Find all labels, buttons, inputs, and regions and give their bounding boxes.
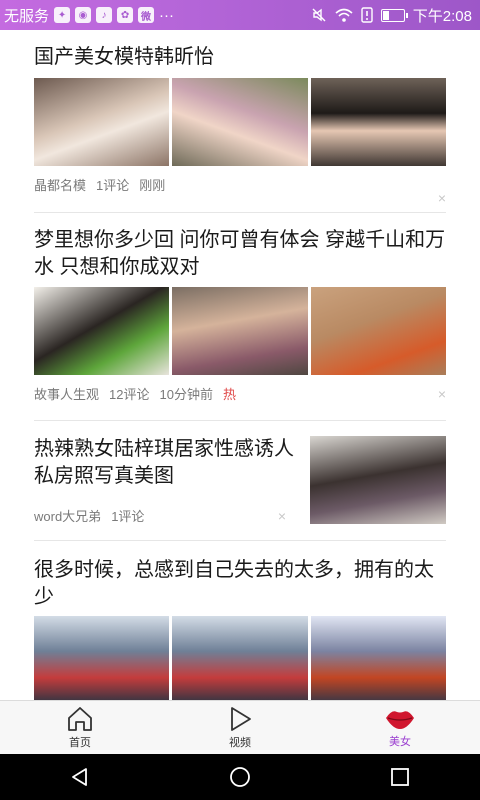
status-left: 无服务 ✦ ◉ ♪ ✿ 微 ··· (0, 5, 174, 26)
clock: 下午2:08 (412, 7, 472, 25)
article-title[interactable]: 热辣熟女陆梓琪居家性感诱人私房照写真美图 (34, 436, 296, 490)
publish-time: 10分钟前 (159, 387, 213, 402)
baidu-icon: ✿ (117, 7, 134, 23)
back-triangle-icon (72, 768, 87, 786)
recents-square-icon (391, 768, 409, 786)
source-name: 晶都名模 (34, 178, 87, 193)
thumbnail-image[interactable] (172, 287, 308, 375)
list-item[interactable]: 国产美女模特韩昕怡 晶都名模 1评论 刚刚 × (34, 44, 446, 206)
game-icon: ✦ (54, 7, 71, 23)
recents-button[interactable] (320, 754, 480, 800)
nav-home[interactable]: 首页 (0, 701, 160, 755)
thumbnail-image[interactable] (34, 78, 170, 166)
dismiss-button[interactable]: × (438, 190, 446, 206)
bottom-navigation: 首页 视频 美女 (0, 700, 480, 755)
list-item[interactable]: 梦里想你多少回 问你可曾有体会 穿越千山和万水 只想和你成双对 故事人生观 12… (34, 227, 446, 403)
comment-count: 1评论 (111, 509, 145, 524)
news-feed[interactable]: 国产美女模特韩昕怡 晶都名模 1评论 刚刚 × 梦里想你多少回 问你可曾有体会 … (0, 30, 480, 700)
nav-beauty-label: 美女 (389, 736, 411, 748)
comment-count: 1评论 (96, 178, 130, 193)
more-notifications: ··· (159, 6, 175, 24)
thumbnail-image[interactable] (34, 287, 170, 375)
publish-time: 刚刚 (139, 178, 166, 193)
list-item[interactable]: 热辣熟女陆梓琪居家性感诱人私房照写真美图 word大兄弟 1评论 × (34, 436, 446, 526)
home-circle-icon (230, 767, 250, 787)
weibo-icon: 微 (138, 7, 155, 23)
browser-icon: ◉ (75, 7, 92, 23)
article-title[interactable]: 梦里想你多少回 问你可曾有体会 穿越千山和万水 只想和你成双对 (34, 227, 446, 281)
thumbnail-image[interactable] (172, 78, 308, 166)
comment-count: 12评论 (109, 387, 150, 402)
play-icon (231, 707, 251, 731)
tiktok-icon: ♪ (96, 7, 113, 23)
thumbnail-image[interactable] (310, 78, 446, 166)
article-meta: 故事人生观 12评论 10分钟前 热 (34, 384, 446, 403)
carrier-text: 无服务 (4, 7, 50, 25)
article-meta: 晶都名模 1评论 刚刚 (34, 175, 446, 194)
source-name: word大兄弟 (34, 509, 102, 524)
status-right: 下午2:08 (311, 0, 472, 30)
divider (34, 212, 446, 213)
thumbnail-image[interactable] (310, 287, 446, 375)
mute-icon (312, 8, 326, 22)
nav-home-label: 首页 (69, 737, 91, 749)
divider (34, 540, 446, 541)
system-navigation-bar (0, 754, 480, 800)
hot-badge: 热 (222, 387, 236, 402)
dismiss-button[interactable]: × (438, 386, 446, 402)
nav-video-label: 视频 (229, 737, 251, 749)
battery-icon (380, 8, 408, 22)
lips-icon (386, 711, 414, 729)
thumbnail-image[interactable] (310, 436, 446, 524)
home-button[interactable] (160, 754, 320, 800)
nav-beauty[interactable]: 美女 (320, 701, 480, 755)
image-row[interactable] (34, 616, 446, 700)
article-title[interactable]: 国产美女模特韩昕怡 (34, 44, 446, 71)
thumbnail-image[interactable] (34, 616, 170, 700)
image-row[interactable] (34, 287, 446, 375)
thumbnail-image[interactable] (172, 616, 308, 700)
image-row[interactable] (34, 78, 446, 166)
source-name: 故事人生观 (34, 387, 100, 402)
list-item[interactable]: 很多时候，总感到自己失去的太多，拥有的太少 (34, 557, 446, 700)
thumbnail-image[interactable] (310, 616, 446, 700)
divider (34, 420, 446, 421)
status-bar: 无服务 ✦ ◉ ♪ ✿ 微 ··· 下午2:08 (0, 0, 480, 30)
home-icon (68, 707, 92, 731)
sim-alert-icon (361, 7, 373, 23)
article-title[interactable]: 很多时候，总感到自己失去的太多，拥有的太少 (34, 557, 446, 611)
dismiss-button[interactable]: × (278, 508, 286, 524)
nav-video[interactable]: 视频 (160, 701, 320, 755)
article-meta: word大兄弟 1评论 (34, 506, 144, 525)
wifi-icon (335, 8, 353, 22)
back-button[interactable] (0, 754, 160, 800)
